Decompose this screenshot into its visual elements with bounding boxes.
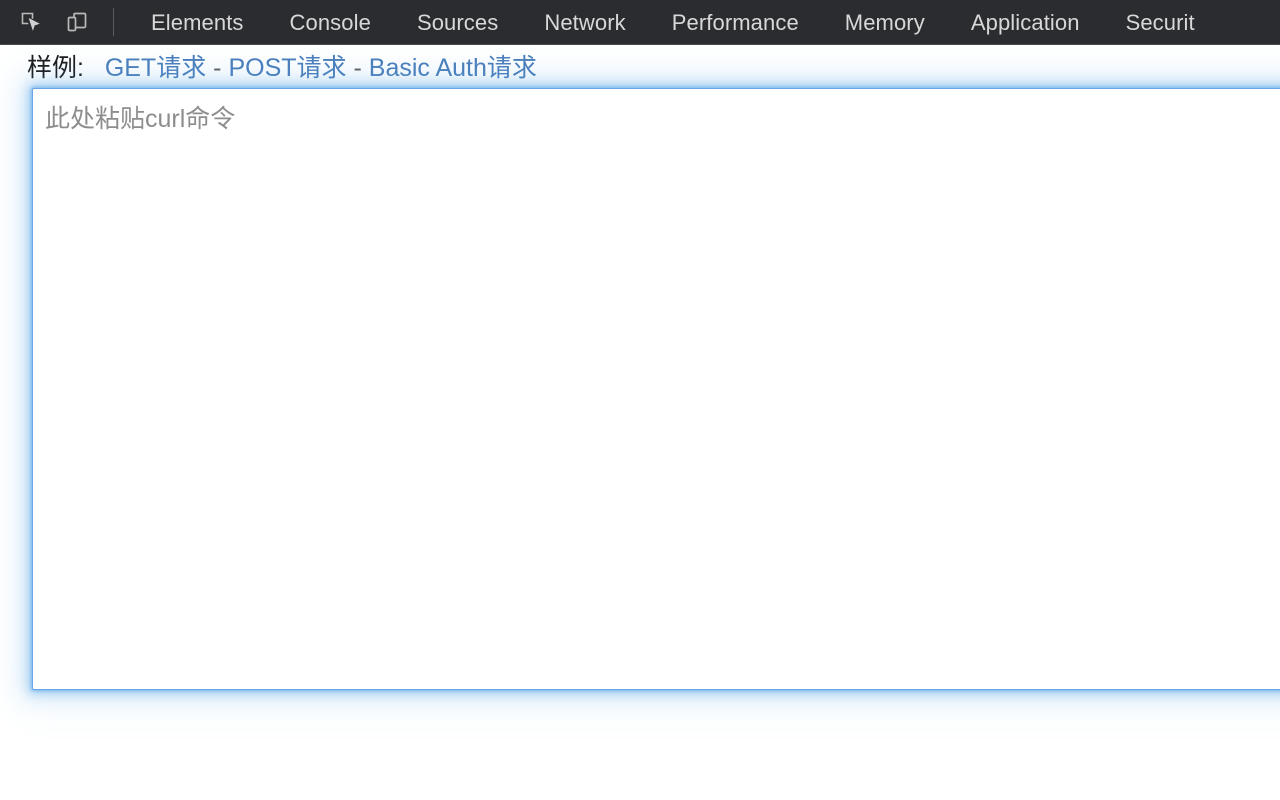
tab-security[interactable]: Securit	[1103, 0, 1218, 44]
examples-row: 样例: GET请求 - POST请求 - Basic Auth请求	[27, 52, 537, 84]
tab-performance[interactable]: Performance	[649, 0, 822, 44]
curl-input-wrapper	[32, 88, 1280, 690]
app-root: Elements Console Sources Network Perform…	[0, 0, 1280, 800]
toolbar-separator	[113, 8, 114, 36]
devtools-toolbar: Elements Console Sources Network Perform…	[0, 0, 1280, 45]
tab-application[interactable]: Application	[948, 0, 1103, 44]
tab-memory[interactable]: Memory	[822, 0, 948, 44]
device-toolbar-icon[interactable]	[60, 7, 94, 37]
example-link-basic-auth[interactable]: Basic Auth请求	[369, 54, 537, 82]
example-link-get[interactable]: GET请求	[105, 54, 206, 82]
page-content: 样例: GET请求 - POST请求 - Basic Auth请求	[0, 45, 1280, 800]
tab-sources[interactable]: Sources	[394, 0, 521, 44]
tab-console[interactable]: Console	[267, 0, 394, 44]
examples-separator-1: -	[213, 54, 222, 82]
curl-command-input[interactable]	[32, 88, 1280, 690]
tab-elements[interactable]: Elements	[128, 0, 267, 44]
tab-network[interactable]: Network	[521, 0, 648, 44]
inspect-element-icon[interactable]	[14, 7, 48, 37]
examples-label: 样例:	[27, 54, 84, 82]
examples-separator-2: -	[353, 54, 362, 82]
example-link-post[interactable]: POST请求	[228, 54, 346, 82]
devtools-tab-strip: Elements Console Sources Network Perform…	[128, 0, 1218, 44]
